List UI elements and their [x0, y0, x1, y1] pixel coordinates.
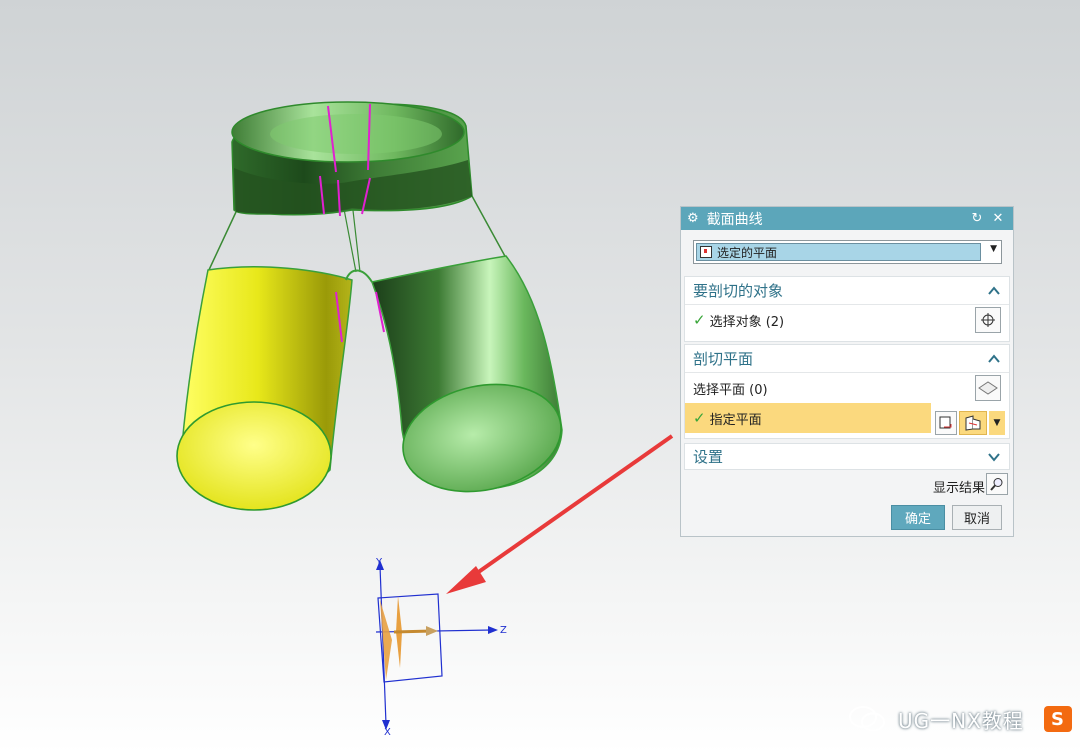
group-plane: 剖切平面 选择平面 (0) ✓ 指定平面 ▼: [684, 344, 1010, 439]
chevron-up-icon[interactable]: [987, 284, 1001, 298]
type-dropdown-selected: 选定的平面: [696, 243, 981, 261]
type-dropdown[interactable]: 选定的平面 ▼: [693, 240, 1002, 264]
body-edge: [207, 211, 237, 273]
selected-plane-icon: [700, 246, 712, 258]
select-plane-label: 选择平面 (0): [693, 382, 768, 398]
group-plane-title: 剖切平面: [693, 350, 754, 368]
specify-plane-row[interactable]: ✓ 指定平面: [685, 403, 931, 433]
dialog-title: 截面曲线: [706, 211, 763, 228]
reset-icon[interactable]: ↻: [968, 212, 986, 225]
select-plane-row[interactable]: 选择平面 (0): [685, 373, 1009, 403]
plane-options-arrow-icon[interactable]: ▼: [989, 411, 1005, 435]
chevron-down-icon[interactable]: [987, 450, 1001, 464]
select-object-label: 选择对象 (2): [709, 314, 785, 330]
plane-dialog-icon[interactable]: [935, 411, 957, 435]
sogou-badge: S: [1044, 706, 1072, 732]
left-leg-opening: [176, 401, 332, 511]
csys-symbol: [375, 560, 498, 730]
dialog-titlebar: ⚙ 截面曲线 ↻ ✕: [681, 207, 1013, 230]
watermark: UG一NX教程 S: [848, 694, 1080, 744]
type-row: 选定的平面 ▼: [681, 230, 1013, 264]
group-settings-title: 设置: [693, 448, 724, 466]
crosshair-icon[interactable]: [975, 307, 1001, 333]
group-settings-header[interactable]: 设置: [685, 444, 1009, 469]
axis-label-z: Z: [500, 625, 507, 636]
check-icon: ✓: [693, 409, 706, 427]
group-objects-title: 要剖切的对象: [693, 282, 784, 300]
type-dropdown-value: 选定的平面: [717, 245, 778, 260]
group-objects-header[interactable]: 要剖切的对象: [685, 277, 1009, 305]
show-result-row: 显示结果: [681, 473, 1015, 499]
dropdown-arrow-icon[interactable]: ▼: [990, 244, 997, 254]
magnifier-icon[interactable]: [986, 473, 1008, 495]
show-result-label: 显示结果: [932, 481, 985, 496]
select-object-row[interactable]: ✓ 选择对象 (2): [685, 305, 1009, 335]
waist-opening: [270, 114, 442, 154]
group-objects: 要剖切的对象 ✓ 选择对象 (2): [684, 276, 1010, 342]
group-settings: 设置: [684, 443, 1010, 470]
specify-plane-label: 指定平面: [709, 412, 762, 428]
check-icon: ✓: [693, 311, 706, 329]
section-curve-dialog: ⚙ 截面曲线 ↻ ✕ 选定的平面 ▼ 要剖切的对象 ✓ 选择对象 (2) 剖切平…: [680, 206, 1014, 537]
chevron-up-icon[interactable]: [987, 352, 1001, 366]
plane-specify-icon[interactable]: [959, 411, 987, 435]
close-icon[interactable]: ✕: [989, 212, 1007, 225]
axis-label-y: Y: [375, 557, 383, 568]
gear-icon[interactable]: ⚙: [687, 212, 699, 225]
ok-button[interactable]: 确定: [891, 505, 945, 530]
cancel-button[interactable]: 取消: [952, 505, 1002, 530]
wechat-icon: [849, 706, 885, 732]
watermark-text: UG一NX教程: [898, 708, 1024, 733]
body-edge: [471, 195, 507, 259]
axis-label-x: X: [384, 727, 391, 738]
group-plane-header[interactable]: 剖切平面: [685, 345, 1009, 373]
plane-icon[interactable]: [975, 375, 1001, 401]
